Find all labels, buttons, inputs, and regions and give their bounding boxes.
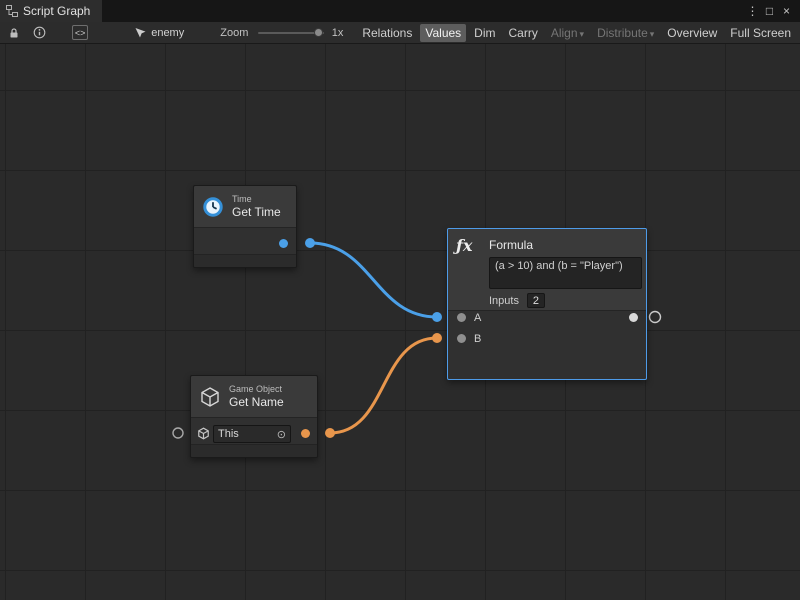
- cube-icon: [197, 427, 210, 440]
- node-title: Get Time: [232, 205, 281, 220]
- full-screen-button[interactable]: Full Screen: [725, 24, 796, 42]
- wire-get-name-to-formula[interactable]: [330, 338, 437, 433]
- dim-button[interactable]: Dim: [469, 24, 500, 42]
- titlebar: Script Graph ⋮ □ ×: [0, 0, 800, 22]
- clock-icon: [202, 196, 224, 218]
- align-button[interactable]: Align▾: [546, 24, 589, 42]
- node-get-time[interactable]: Time Get Time: [193, 185, 297, 268]
- formula-output-port-ring[interactable]: [650, 312, 661, 323]
- object-picker-icon[interactable]: ⊙: [277, 428, 286, 441]
- tab-script-graph[interactable]: Script Graph: [0, 0, 102, 22]
- formula-expression-field[interactable]: (a > 10) and (b = "Player"): [489, 257, 642, 289]
- node-formula-header: ƒx Formula (a > 10) and (b = "Player") I…: [448, 229, 646, 311]
- node-footer: [194, 254, 296, 267]
- distribute-button[interactable]: Distribute▾: [592, 24, 659, 42]
- formula-input-a-label: A: [474, 312, 481, 325]
- graph-canvas[interactable]: Time Get Time ƒx Formula (a > 10) and (b…: [0, 44, 800, 600]
- node-category: Time: [232, 194, 281, 205]
- maximize-icon[interactable]: □: [761, 0, 778, 22]
- get-time-output-port[interactable]: [279, 239, 288, 248]
- window-controls: ⋮ □ ×: [744, 0, 800, 22]
- carry-button[interactable]: Carry: [504, 24, 543, 42]
- node-get-time-header: Time Get Time: [194, 186, 296, 228]
- window-title: Script Graph: [23, 4, 90, 18]
- wire-layer: [0, 44, 800, 600]
- formula-inputs-count-field[interactable]: 2: [527, 293, 545, 308]
- formula-input-b-port[interactable]: [457, 334, 466, 343]
- get-name-target-value: This: [218, 428, 239, 440]
- relations-button[interactable]: Relations: [357, 24, 417, 42]
- node-formula[interactable]: ƒx Formula (a > 10) and (b = "Player") I…: [447, 228, 647, 380]
- values-button[interactable]: Values: [420, 24, 466, 42]
- formula-output-port[interactable]: [629, 313, 638, 322]
- get-name-input-port-ring[interactable]: [173, 428, 183, 438]
- formula-inputs-label: Inputs: [489, 295, 519, 307]
- info-icon[interactable]: [33, 24, 46, 42]
- chevron-down-icon: ▾: [580, 29, 585, 39]
- node-get-name-titles: Game Object Get Name: [229, 384, 284, 410]
- zoom-label: Zoom: [220, 27, 248, 39]
- graph-breadcrumb: enemy: [134, 27, 184, 39]
- node-get-time-titles: Time Get Time: [232, 194, 281, 220]
- node-get-name-header: Game Object Get Name: [191, 376, 317, 418]
- node-title: Formula: [489, 238, 533, 253]
- graph-toolbar: <> enemy Zoom 1x Relations Values Dim Ca…: [0, 22, 800, 44]
- formula-input-a-port[interactable]: [457, 313, 466, 322]
- script-graph-window: Script Graph ⋮ □ × <> enem: [0, 0, 800, 600]
- wire-endpoint: [305, 238, 315, 248]
- zoom-value: 1x: [332, 27, 344, 39]
- zoom-slider[interactable]: [258, 32, 323, 34]
- close-icon[interactable]: ×: [778, 0, 795, 22]
- script-graph-icon: [6, 5, 18, 17]
- get-name-output-port[interactable]: [301, 429, 310, 438]
- overview-button[interactable]: Overview: [662, 24, 722, 42]
- wire-endpoint: [325, 428, 335, 438]
- formula-fx-icon: ƒx: [456, 236, 480, 255]
- node-get-name[interactable]: Game Object Get Name This ⊙: [190, 375, 318, 458]
- chevron-down-icon: ▾: [650, 29, 655, 39]
- formula-input-b-label: B: [474, 333, 481, 346]
- toolbar-buttons: Relations Values Dim Carry Align▾ Distri…: [357, 24, 796, 42]
- code-view-icon[interactable]: <>: [72, 25, 88, 40]
- menu-icon[interactable]: ⋮: [744, 0, 761, 22]
- wire-get-time-to-formula[interactable]: [310, 243, 437, 317]
- zoom-slider-handle[interactable]: [314, 28, 323, 37]
- node-title: Get Name: [229, 395, 284, 410]
- cube-icon: [199, 386, 221, 408]
- wire-endpoint: [432, 333, 442, 343]
- wire-endpoint: [432, 312, 442, 322]
- graph-pointer-icon: [134, 27, 146, 39]
- node-footer: [191, 444, 317, 457]
- node-category: Game Object: [229, 384, 284, 395]
- graph-name: enemy: [151, 27, 184, 39]
- lock-icon[interactable]: [8, 24, 20, 42]
- get-name-target-field[interactable]: This ⊙: [213, 425, 291, 443]
